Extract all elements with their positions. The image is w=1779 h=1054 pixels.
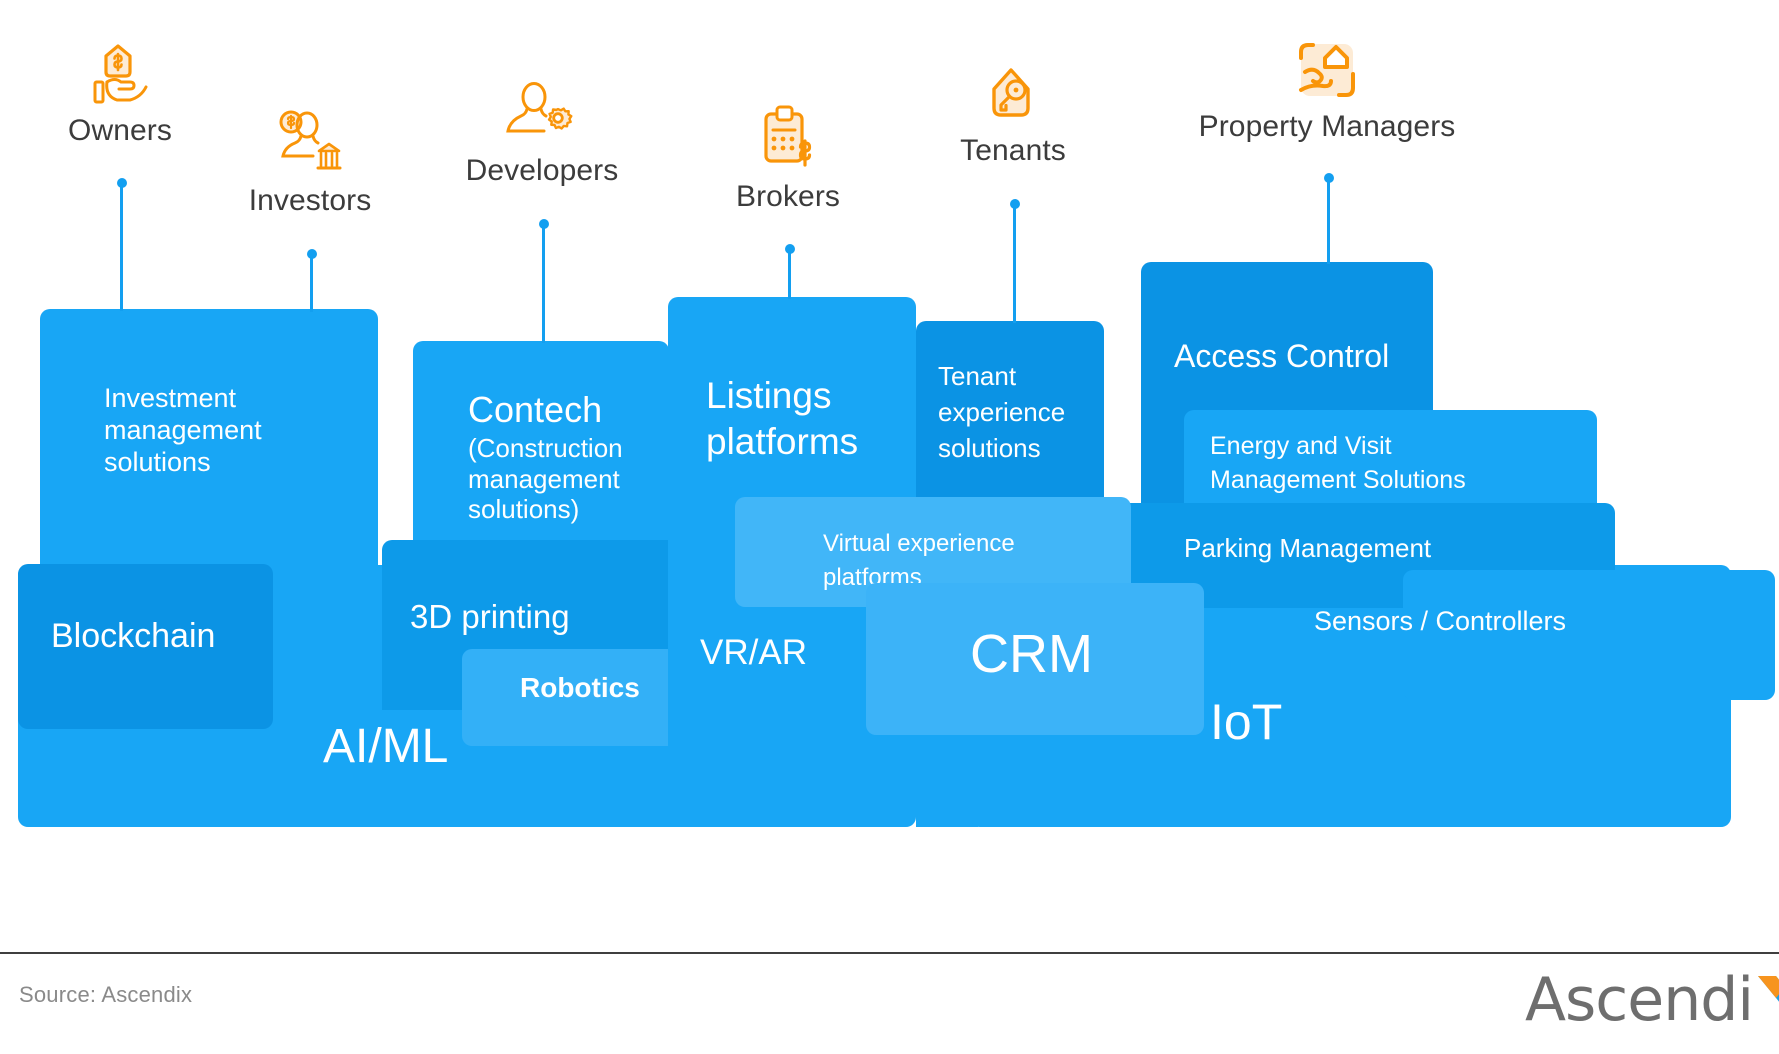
footer-divider <box>0 952 1779 954</box>
stakeholder-owners-label: Owners <box>68 114 172 147</box>
block-robotics-label: Robotics <box>520 672 640 703</box>
stakeholder-developers[interactable]: Developers <box>454 78 630 188</box>
block-sensors-controllers: Sensors / Controllers <box>1314 570 1775 700</box>
stakeholder-owners[interactable]: Owners <box>32 38 208 148</box>
stakeholder-investors-label: Investors <box>248 184 372 217</box>
connector-dot <box>784 244 795 254</box>
connector-dot <box>1323 173 1334 183</box>
hand-holding-house-icon <box>1291 34 1363 106</box>
stakeholder-tenants[interactable]: Tenants <box>925 58 1101 168</box>
block-access-control-label: Access Control <box>1174 338 1390 374</box>
ascendix-logo-x-mark <box>1754 960 1779 1020</box>
connector-tenants <box>1009 199 1020 323</box>
person-gear-icon <box>506 78 578 150</box>
stakeholder-tenants-label: Tenants <box>960 134 1066 167</box>
block-energy-visit-label: Energy and Visit Management Solutions <box>1210 432 1466 494</box>
block-crm-label: CRM <box>970 624 1093 684</box>
block-iot-label: IoT <box>1210 694 1283 750</box>
source-credit: Source: Ascendix <box>19 982 193 1007</box>
connector-dot <box>306 249 317 259</box>
ascendix-logo[interactable]: Ascendi <box>1525 960 1779 1035</box>
connector-dot <box>1009 199 1020 209</box>
block-sensors-controllers-label: Sensors / Controllers <box>1313 606 1567 636</box>
block-contech-label: Contech <box>468 389 603 430</box>
block-investment-management-label: Investment management solutions <box>104 383 262 477</box>
stakeholder-brokers-label: Brokers <box>735 180 841 213</box>
connector-brokers <box>784 244 795 299</box>
house-tag-dollar-in-hand-icon <box>84 38 156 110</box>
infographic-canvas: AI/ML Investment management solutions Bl… <box>0 0 1779 1054</box>
block-tenant-experience-label: Tenant experience solutions <box>938 361 1066 463</box>
block-crm: CRM <box>866 583 1204 735</box>
connector-property-managers <box>1323 173 1334 264</box>
connector-dot <box>538 219 549 229</box>
connector-investors <box>306 249 317 312</box>
stakeholder-developers-label: Developers <box>465 154 619 187</box>
ascendix-logo-wordmark: Ascendi <box>1525 965 1754 1035</box>
clipboard-calculator-dollar-icon <box>752 104 824 176</box>
stakeholder-property-managers[interactable]: Property Managers <box>1196 34 1458 144</box>
stakeholder-property-managers-label: Property Managers <box>1198 110 1456 143</box>
stakeholder-brokers[interactable]: Brokers <box>700 104 876 214</box>
connector-owners <box>116 178 127 311</box>
block-blockchain-label: Blockchain <box>51 617 216 655</box>
block-blockchain: Blockchain <box>18 564 273 729</box>
block-contech: Contech (Construction management solutio… <box>413 341 669 571</box>
block-listings-platforms-label: Listings platforms <box>706 375 859 463</box>
block-vr-ar-label: VR/AR <box>700 633 807 672</box>
connector-dot <box>116 178 127 188</box>
block-ai-ml-label: AI/ML <box>323 720 449 773</box>
block-contech-sublabel: (Construction management solutions) <box>468 433 623 525</box>
block-3d-printing-label: 3D printing <box>410 598 570 635</box>
stakeholder-investors[interactable]: Investors <box>222 108 398 218</box>
block-parking-management-label: Parking Management <box>1184 533 1432 563</box>
house-key-icon <box>977 58 1049 130</box>
connector-developers <box>538 219 549 343</box>
investor-coin-person-bank-icon <box>274 108 346 180</box>
